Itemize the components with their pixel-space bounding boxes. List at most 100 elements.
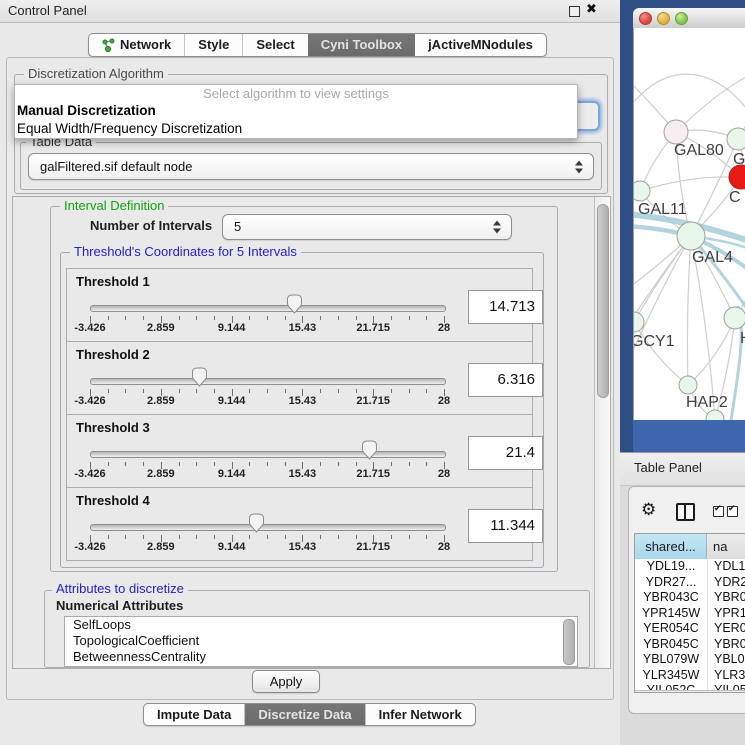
slider-tick [108,389,109,393]
slider-track[interactable] [90,524,446,531]
threshold-title: Threshold 2 [76,347,150,362]
network-canvas[interactable]: GAL80GACGAL11GAL4GCY1HHAP2 [633,28,745,420]
tab-discretize-data[interactable]: Discretize Data [244,704,364,725]
column-header-name[interactable]: na [707,534,745,559]
slider-tick [426,316,427,320]
network-node-label: GAL80 [674,142,724,159]
threshold-title: Threshold 1 [76,274,150,289]
network-node-label: H [740,330,745,347]
network-node-gal80[interactable] [664,120,688,144]
combo-spinner-icon [575,160,584,173]
number-of-intervals-combobox[interactable]: 5 [222,214,512,240]
attribute-item-selfloops[interactable]: SelfLoops [65,617,577,633]
slider-thumb[interactable] [361,440,378,460]
slider-tick [356,462,357,466]
slider-tick [285,535,286,539]
attributes-group-label: Attributes to discretize [52,582,188,596]
column-header-shared-name[interactable]: shared... [635,534,707,559]
slider-track[interactable] [90,305,446,312]
algorithm-option-manual-discretization[interactable]: Manual Discretization [15,102,577,120]
gear-icon[interactable]: ⚙ [641,500,656,520]
float-window-icon[interactable] [569,6,580,17]
slider-tick [196,316,197,320]
minimize-light-icon[interactable] [657,12,670,25]
threshold-value-field[interactable]: 21.4 [468,436,543,470]
apply-button[interactable]: Apply [252,670,320,693]
number-of-intervals-label: Number of Intervals [90,218,212,233]
network-node-h[interactable] [724,307,745,329]
tab-network[interactable]: Network [89,34,184,56]
tab-infer-network[interactable]: Infer Network [365,704,475,725]
network-node-hap2[interactable] [679,376,697,394]
close-light-icon[interactable] [639,12,652,25]
app-root: Control Panel ✖ NetworkStyleSelectCyni T… [0,0,745,745]
slider-thumb[interactable] [286,294,303,314]
cell-shared-name: YPR145W [635,606,708,622]
algorithm-option-equal-width-frequency-discretization[interactable]: Equal Width/Frequency Discretization [15,120,577,138]
threshold-value-field[interactable]: 14.713 [468,290,543,324]
slider-tick [267,389,268,393]
network-edge[interactable] [640,177,729,191]
slider-tick-label: 21.715 [356,395,390,407]
table-data-combobox[interactable]: galFiltered.sif default node [28,153,594,180]
cell-name: YDR27... [708,575,745,591]
tab-cyni-toolbox[interactable]: Cyni Toolbox [308,34,415,56]
table-row[interactable]: YER054CYER054C [635,621,745,637]
table-row[interactable]: YPR145WYPR145W [635,606,745,622]
attributes-scrollbar-thumb[interactable] [563,619,575,665]
numerical-attributes-list[interactable]: SelfLoopsTopologicalCoefficientBetweenne… [64,616,578,667]
tab-label: jActiveMNodules [428,34,533,56]
tab-style[interactable]: Style [184,34,242,56]
network-graph[interactable]: GAL80GACGAL11GAL4GCY1HHAP2 [634,28,745,420]
network-node-ga[interactable] [727,128,745,150]
select-all-checkbox-icon[interactable] [713,506,724,517]
table-row[interactable]: YDR27...YDR27... [635,575,745,591]
tab-impute-data[interactable]: Impute Data [144,704,244,725]
cell-name: YBR043C [708,590,745,606]
network-node-gal4[interactable] [677,222,705,250]
slider-track[interactable] [90,451,446,458]
network-edge[interactable] [687,236,691,385]
network-edge[interactable] [634,236,691,328]
tab-select[interactable]: Select [242,34,307,56]
network-window-titlebar[interactable] [633,8,745,29]
attribute-item-topologicalcoefficient[interactable]: TopologicalCoefficient [65,633,577,649]
table-row[interactable]: YBR045CYBR045C [635,637,745,653]
slider-tick [391,535,392,539]
split-columns-icon[interactable] [676,503,695,521]
table-row[interactable]: YBL079WYBL079W [635,652,745,668]
attribute-item-betweennesscentrality[interactable]: BetweennessCentrality [65,649,577,665]
network-edge[interactable] [676,74,745,132]
close-icon[interactable]: ✖ [586,2,597,17]
slider-track[interactable] [90,378,446,385]
horizontal-scrollbar[interactable] [635,690,745,693]
slider-tick [125,462,126,466]
network-node[interactable] [706,410,724,420]
network-edge[interactable] [634,74,745,116]
slider-tick [249,316,250,320]
threshold-value-field[interactable]: 6.316 [468,363,543,397]
slider-tick-label: 28 [438,468,450,480]
network-edge[interactable] [634,236,691,322]
vertical-scrollbar-thumb[interactable] [597,204,609,398]
tab-label: Network [120,34,171,56]
slider-tick [320,462,321,466]
slider-tick [125,316,126,320]
select-all-checkbox-icon[interactable] [727,506,738,517]
node-table-rows: YDL19...YDL19...YDR27...YDR27...YBR043CY… [635,559,745,693]
slider-thumb[interactable] [248,513,265,533]
zoom-light-icon[interactable] [675,12,688,25]
table-row[interactable]: YBR043CYBR043C [635,590,745,606]
threshold-value-field[interactable]: 11.344 [468,509,543,543]
threshold-box-2: Threshold 2-3.4262.8599.14415.4321.71528… [66,341,533,415]
threshold-title: Threshold 4 [76,493,150,508]
slider-tick [249,535,250,539]
tab-jactivemnodules[interactable]: jActiveMNodules [415,34,546,56]
node-table: shared... na YDL19...YDL19...YDR27...YDR… [634,533,745,693]
network-node-gal11[interactable] [634,181,650,201]
table-row[interactable]: YDL19...YDL19... [635,559,745,575]
vertical-scrollbar[interactable] [594,197,610,668]
table-row[interactable]: YLR345WYLR345W [635,668,745,684]
slider-tick [179,535,180,539]
slider-thumb[interactable] [191,367,208,387]
